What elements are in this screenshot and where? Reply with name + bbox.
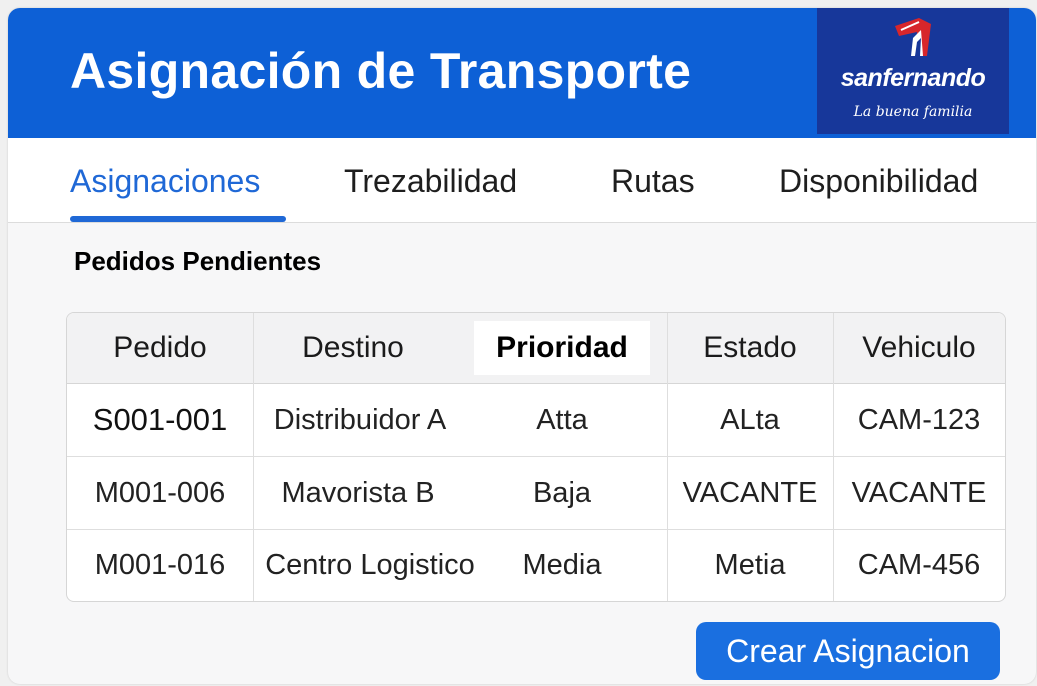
cell-estado: VACANTE [682,476,818,509]
logo-wordmark: sanfernando [840,64,986,92]
active-tab-indicator [70,216,286,222]
app-header: Asignación de Transporte sanfernando La … [8,8,1036,138]
column-header-destino[interactable]: Destino [253,313,453,383]
logo-emblem-icon [895,18,931,56]
cell-destino: Centro Logistico [265,548,475,581]
tab-rutas[interactable]: Rutas [611,163,695,200]
cell-estado: ALta [720,403,780,436]
table-header: Pedido Destino Prioridad Estado Vehiculo [67,313,1005,384]
table-row[interactable]: M001-006 Mavorista B Baja VACANTE VACANT… [67,457,1005,530]
logo-tagline: La buena familia [853,104,973,120]
orders-table: Pedido Destino Prioridad Estado Vehiculo… [66,312,1006,602]
cell-vehiculo: VACANTE [851,476,987,509]
column-divider [253,313,254,601]
cell-vehiculo: CAM-456 [857,548,981,581]
column-header-vehiculo[interactable]: Vehiculo [833,313,1005,383]
tab-bar: Asignaciones Trezabilidad Rutas Disponib… [8,138,1036,223]
create-assignment-button[interactable]: Crear Asignacion [696,622,1000,680]
tab-asignaciones[interactable]: Asignaciones [70,163,260,200]
cell-prioridad: Atta [536,403,588,436]
tab-disponibilidad[interactable]: Disponibilidad [779,163,978,200]
column-header-pedido[interactable]: Pedido [67,313,253,383]
tab-trezabilidad[interactable]: Trezabilidad [344,163,517,200]
cell-vehiculo: CAM-123 [857,403,981,436]
cell-estado: Metia [714,548,786,581]
page-title: Asignación de Transporte [70,43,692,99]
table-row[interactable]: M001-016 Centro Logistico Media Metia CA… [67,529,1005,601]
cell-prioridad: Media [522,548,602,581]
cell-destino: Mavorista B [281,476,435,509]
cell-destino: Distribuidor A [273,403,447,436]
column-header-prioridad[interactable]: Prioridad [474,313,650,383]
cell-pedido: M001-006 [94,476,226,509]
column-divider [667,313,668,601]
cell-prioridad: Baja [532,476,592,509]
column-divider [833,313,834,601]
cell-pedido: S001-001 [92,402,228,437]
column-header-estado[interactable]: Estado [667,313,833,383]
app-window: Asignación de Transporte sanfernando La … [8,8,1036,684]
section-title: Pedidos Pendientes [74,246,322,276]
table-row[interactable]: S001-001 Distribuidor A Atta ALta CAM-12… [67,384,1005,457]
cell-pedido: M001-016 [94,548,226,581]
brand-logo: sanfernando La buena familia [817,8,1009,134]
